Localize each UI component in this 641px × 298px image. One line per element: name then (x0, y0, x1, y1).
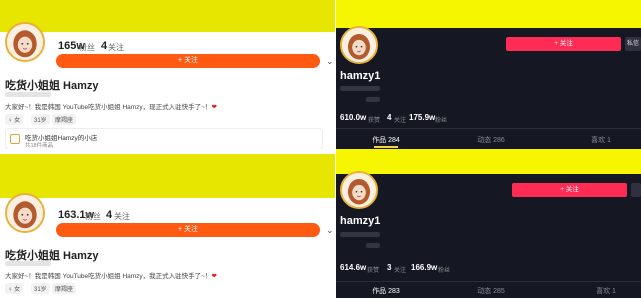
chevron-down-icon[interactable]: ⌄ (326, 225, 334, 236)
bio-content: 大家好~！我是韩国 YouTube吃货小姐姐 Hamzy，我正式入驻快手了~！ (5, 273, 212, 280)
fans-label: 粉丝 (435, 118, 448, 124)
yellow-banner (0, 0, 335, 32)
likes-label: 获赞 (367, 268, 380, 274)
fans-count: 175.9w (409, 113, 436, 122)
likes-count: 610.0w (340, 113, 367, 122)
likes-count: 614.6w (340, 263, 367, 272)
avatar[interactable] (5, 22, 45, 62)
tab-likes[interactable]: 喜欢 1 (571, 135, 631, 145)
yellow-banner (336, 0, 641, 28)
gender-tag: ♀ 女 (5, 114, 24, 125)
yellow-banner (336, 149, 641, 174)
profile-name: hamzy1 (340, 70, 381, 82)
shop-subtitle: 共18件商品 (25, 143, 54, 149)
avatar[interactable] (5, 193, 45, 233)
tab-indicator (374, 146, 398, 148)
shop-card[interactable]: 吃货小姐姐Hamzy的小店 共18件商品 (5, 128, 323, 149)
avatar-illustration-icon (7, 24, 43, 60)
tab-works[interactable]: 作品 283 (356, 286, 416, 296)
followers-label: 粉丝 (85, 212, 101, 221)
follow-button[interactable]: + 关注 (56, 223, 320, 237)
bio-content: 大家好~！我是韩国 YouTube吃货小姐姐 Hamzy，现正式入驻快手了~！ (5, 104, 212, 111)
redacted-info (366, 243, 380, 248)
chevron-down-icon[interactable]: ⌄ (326, 56, 334, 67)
fans-count: 166.9w (411, 263, 438, 272)
avatar-illustration-icon (342, 173, 376, 207)
following-count: 4 (101, 40, 108, 52)
fans-label: 粉丝 (438, 268, 451, 274)
message-button[interactable] (631, 183, 641, 197)
likes-label: 获赞 (368, 118, 381, 124)
kuaishou-profile-top: 165w 粉丝 4 关注 + 关注 ⌄ 吃货小姐姐 Hamzy 大家好~！我是韩… (0, 0, 335, 149)
following-count: 4 (387, 113, 392, 122)
redacted-id (340, 86, 380, 91)
heart-icon: ❤ (211, 104, 217, 111)
redacted-info (366, 97, 380, 102)
following-label: 关注 (114, 212, 130, 221)
following-label: 关注 (394, 118, 407, 124)
gender-tag: ♀ 女 (5, 283, 24, 294)
avatar-illustration-icon (7, 195, 43, 231)
tab-works[interactable]: 作品 284 (356, 135, 416, 145)
redacted-id (5, 261, 51, 266)
age-tag: 31岁 (31, 283, 50, 294)
tab-dynamic[interactable]: 动态 285 (461, 286, 521, 296)
divider (336, 128, 641, 129)
avatar[interactable] (340, 26, 378, 64)
age-tag: 31岁 (31, 114, 50, 125)
following-count: 3 (387, 263, 392, 272)
follow-button[interactable]: + 关注 (506, 37, 621, 51)
avatar-illustration-icon (342, 28, 376, 62)
tab-likes[interactable]: 喜欢 1 (576, 286, 636, 296)
location-tag: 摩羯座 (52, 114, 77, 125)
douyin-profile-top: + 关注 私信 hamzy1 610.0w 获赞 4 关注 175.9w 粉丝 … (336, 0, 641, 149)
message-button[interactable]: 私信 (625, 37, 641, 51)
profile-name: hamzy1 (340, 215, 381, 227)
follow-button[interactable]: + 关注 (512, 183, 627, 197)
heart-icon: ❤ (211, 273, 217, 280)
bio-text: 大家好~！我是韩国 YouTube吃货小姐姐 Hamzy，我正式入驻快手了~！❤ (5, 270, 217, 280)
shop-icon (10, 134, 20, 144)
following-count: 4 (106, 209, 113, 221)
tab-dynamic[interactable]: 动态 286 (461, 135, 521, 145)
follow-button[interactable]: + 关注 (56, 54, 320, 68)
avatar[interactable] (340, 171, 378, 209)
followers-label: 粉丝 (79, 43, 95, 52)
kuaishou-profile-bottom: 163.1w 粉丝 4 关注 + 关注 ⌄ 吃货小姐姐 Hamzy 大家好~！我… (0, 149, 335, 298)
bio-text: 大家好~！我是韩国 YouTube吃货小姐姐 Hamzy，现正式入驻快手了~！❤ (5, 101, 217, 111)
divider (336, 281, 641, 282)
following-label: 关注 (394, 268, 407, 274)
following-label: 关注 (108, 43, 124, 52)
yellow-banner (0, 154, 335, 198)
douyin-profile-bottom: + 关注 hamzy1 614.6w 获赞 3 关注 166.9w 粉丝 作品 … (336, 149, 641, 298)
profile-name: 吃货小姐姐 Hamzy (5, 80, 99, 92)
redacted-id (5, 92, 51, 97)
redacted-id (340, 232, 380, 237)
location-tag: 摩羯座 (52, 283, 77, 294)
